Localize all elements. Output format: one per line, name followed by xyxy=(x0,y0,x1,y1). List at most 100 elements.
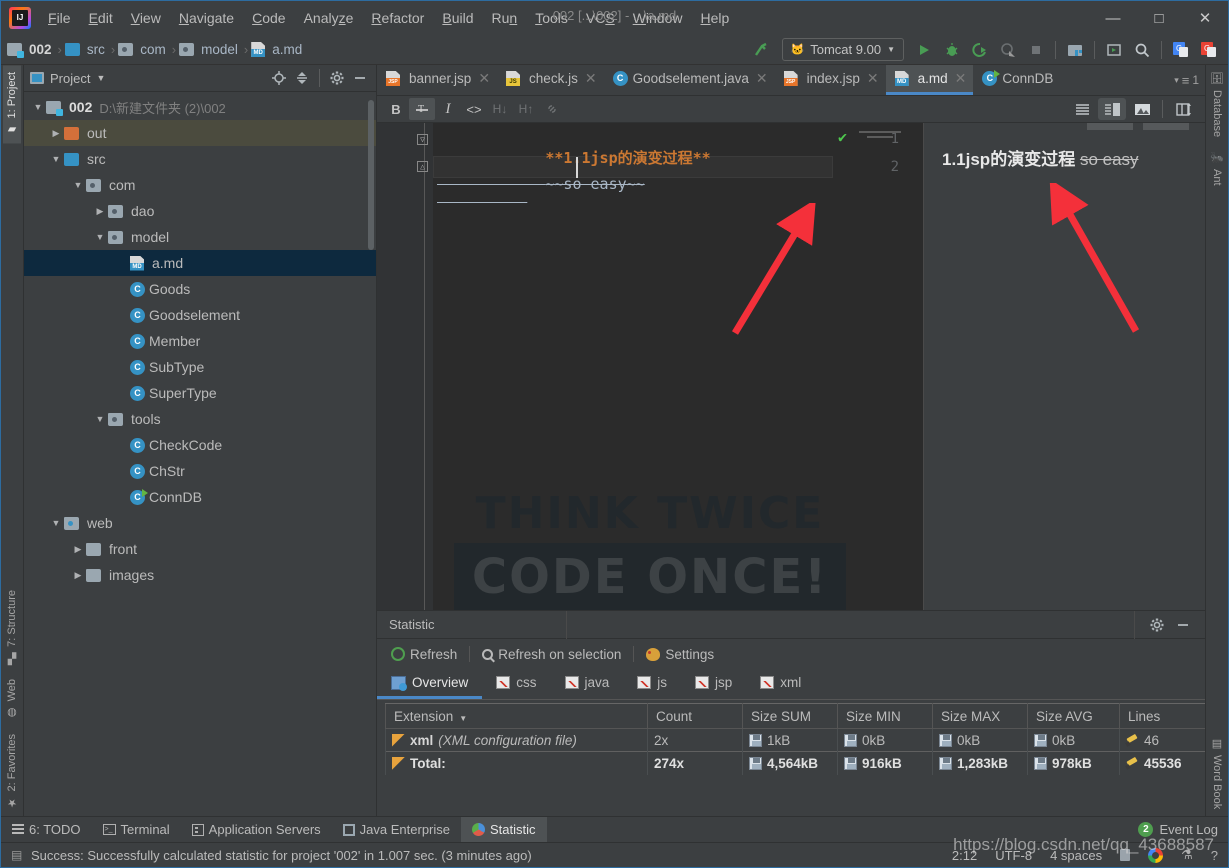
toolwindow-tab-java-enterprise[interactable]: Java Enterprise xyxy=(332,817,461,842)
menu-view[interactable]: View xyxy=(122,7,170,29)
breadcrumb-002[interactable]: 002 xyxy=(7,40,55,59)
toolwindow-tab-todo[interactable]: 6: TODO xyxy=(1,817,92,842)
minimize-button[interactable]: — xyxy=(1090,1,1136,35)
inspector-icon[interactable]: ⚗ xyxy=(1181,847,1193,863)
editor-tab-check-js[interactable]: check.js ✕ xyxy=(497,65,604,95)
chevron-down-icon[interactable]: ▼ xyxy=(96,73,105,83)
sidebar-item-web[interactable]: ◍ Web xyxy=(3,672,21,726)
show-editor-and-preview-button[interactable] xyxy=(1098,98,1126,120)
tree-node-goods[interactable]: · C Goods xyxy=(24,276,376,302)
run-with-coverage-icon[interactable] xyxy=(967,38,993,62)
statistic-table-wrap[interactable]: Extension ▼ Count Size SUM Size MIN Size … xyxy=(377,700,1205,816)
settings-gear-icon[interactable] xyxy=(1147,615,1167,635)
maximize-button[interactable]: □ xyxy=(1136,1,1182,35)
column-header-size-max[interactable]: Size MAX xyxy=(932,703,1028,729)
chevron-right-icon[interactable]: ▶ xyxy=(48,128,64,139)
close-icon[interactable]: ✕ xyxy=(585,70,597,87)
bold-button[interactable]: B xyxy=(383,98,409,120)
file-encoding[interactable]: UTF-8 xyxy=(995,848,1032,863)
tab-js[interactable]: js xyxy=(623,669,681,699)
caret-position[interactable]: 2:12 xyxy=(952,848,977,863)
tree-node-out[interactable]: ▶ out xyxy=(24,120,376,146)
editor-tab-conndb[interactable]: C ConnDB xyxy=(973,65,1060,95)
heading-down-button[interactable]: H↓ xyxy=(487,98,513,120)
tree-node-front[interactable]: ▶ front xyxy=(24,536,376,562)
chevron-down-icon[interactable]: ▼ xyxy=(48,154,64,164)
menu-window[interactable]: Window xyxy=(624,7,692,29)
tree-node-chstr[interactable]: · C ChStr xyxy=(24,458,376,484)
tree-node-member[interactable]: · C Member xyxy=(24,328,376,354)
tab-list-icon[interactable]: ≡ xyxy=(1182,73,1190,88)
heading-up-button[interactable]: H↑ xyxy=(513,98,539,120)
breadcrumb-a-md[interactable]: a.md xyxy=(251,40,305,59)
editor-tab-a-md[interactable]: a.md ✕ xyxy=(885,65,974,95)
menu-vcs[interactable]: VCS xyxy=(577,7,624,29)
update-application-icon[interactable] xyxy=(1101,38,1127,62)
tree-node-goodselement[interactable]: · C Goodselement xyxy=(24,302,376,328)
menu-edit[interactable]: Edit xyxy=(80,7,122,29)
breadcrumb-src[interactable]: src xyxy=(64,40,108,59)
breadcrumb-model[interactable]: model xyxy=(179,40,241,59)
event-log-button[interactable]: 2 Event Log xyxy=(1138,817,1228,842)
read-write-lock-icon[interactable] xyxy=(1120,849,1131,861)
search-everywhere-icon[interactable] xyxy=(1129,38,1155,62)
tab-java[interactable]: java xyxy=(551,669,624,699)
column-header-size-avg[interactable]: Size AVG xyxy=(1027,703,1120,729)
editor-tab-index-jsp[interactable]: index.jsp ✕ xyxy=(775,65,886,95)
chevron-right-icon[interactable]: ▶ xyxy=(92,206,108,217)
column-header-lines[interactable]: Lines xyxy=(1119,703,1205,729)
inspection-ok-icon[interactable]: ✔ xyxy=(838,128,847,146)
code-fold-marker[interactable]: ▽ xyxy=(417,134,428,145)
locate-file-icon[interactable] xyxy=(269,68,289,88)
toolwindow-tab-application-servers[interactable]: Application Servers xyxy=(181,817,332,842)
settings-gear-icon[interactable] xyxy=(327,68,347,88)
sidebar-item-structure[interactable]: ▞ 7: Structure xyxy=(3,583,21,672)
tab-css[interactable]: css xyxy=(482,669,550,699)
chevron-down-icon[interactable]: ▾ xyxy=(1174,75,1179,86)
column-header-size-min[interactable]: Size MIN xyxy=(837,703,933,729)
menu-tools[interactable]: Tools xyxy=(526,7,577,29)
close-icon[interactable]: ✕ xyxy=(955,70,967,87)
menu-run[interactable]: Run xyxy=(483,7,527,29)
tree-node-images[interactable]: ▶ images xyxy=(24,562,376,588)
editor-line-2[interactable]: ~~so easy~~ xyxy=(437,157,644,211)
chevron-right-icon[interactable]: ▶ xyxy=(70,544,86,555)
project-tree-scrollbar[interactable] xyxy=(368,100,374,250)
help-icon[interactable]: ? xyxy=(1211,848,1218,863)
close-icon[interactable]: ✕ xyxy=(756,70,768,87)
google-icon[interactable] xyxy=(1148,847,1164,863)
tree-node-002[interactable]: ▼ 002 D:\新建文件夹 (2)\002 xyxy=(24,94,376,120)
tree-node-subtype[interactable]: · C SubType xyxy=(24,354,376,380)
menu-refactor[interactable]: Refactor xyxy=(362,7,433,29)
menu-build[interactable]: Build xyxy=(433,7,482,29)
column-header-size-sum[interactable]: Size SUM xyxy=(742,703,838,729)
sidebar-item-favorites[interactable]: ★ 2: Favorites xyxy=(3,727,21,816)
close-icon[interactable]: ✕ xyxy=(867,70,879,87)
tree-node-model[interactable]: ▼ model xyxy=(24,224,376,250)
tab-overview[interactable]: Overview xyxy=(377,669,483,699)
breadcrumb-com[interactable]: com xyxy=(118,40,169,59)
editor-tab-banner-jsp[interactable]: banner.jsp ✕ xyxy=(377,65,497,95)
menu-file[interactable]: File xyxy=(39,7,80,29)
google-docs-icon[interactable]: G xyxy=(1196,38,1222,62)
table-row[interactable]: xml (XML configuration file) 2x 1kB 0kB … xyxy=(385,728,1205,752)
sidebar-item-project[interactable]: ▰ 1: Project xyxy=(3,65,21,144)
chevron-down-icon[interactable]: ▼ xyxy=(70,180,86,190)
refresh-on-selection-button[interactable]: Refresh on selection xyxy=(474,644,629,665)
debug-icon[interactable] xyxy=(939,38,965,62)
column-header-extension[interactable]: Extension ▼ xyxy=(385,703,648,729)
chevron-down-icon[interactable]: ▼ xyxy=(30,102,46,112)
settings-button[interactable]: Settings xyxy=(638,644,722,665)
menu-code[interactable]: Code xyxy=(243,7,294,29)
menu-analyze[interactable]: Analyze xyxy=(295,7,363,29)
tree-node-tools[interactable]: ▼ tools xyxy=(24,406,376,432)
markdown-preview-pane[interactable]: 1.1jsp的演变过程 so easy xyxy=(923,123,1205,610)
chevron-down-icon[interactable]: ▼ xyxy=(92,414,108,424)
show-editor-only-button[interactable] xyxy=(1068,98,1096,120)
chevron-down-icon[interactable]: ▼ xyxy=(92,232,108,242)
google-translate-icon[interactable]: G xyxy=(1168,38,1194,62)
italic-button[interactable]: I xyxy=(435,98,461,120)
chevron-down-icon[interactable]: ▼ xyxy=(48,518,64,528)
tree-node-conndb[interactable]: · C ConnDB xyxy=(24,484,376,510)
tree-node-com[interactable]: ▼ com xyxy=(24,172,376,198)
